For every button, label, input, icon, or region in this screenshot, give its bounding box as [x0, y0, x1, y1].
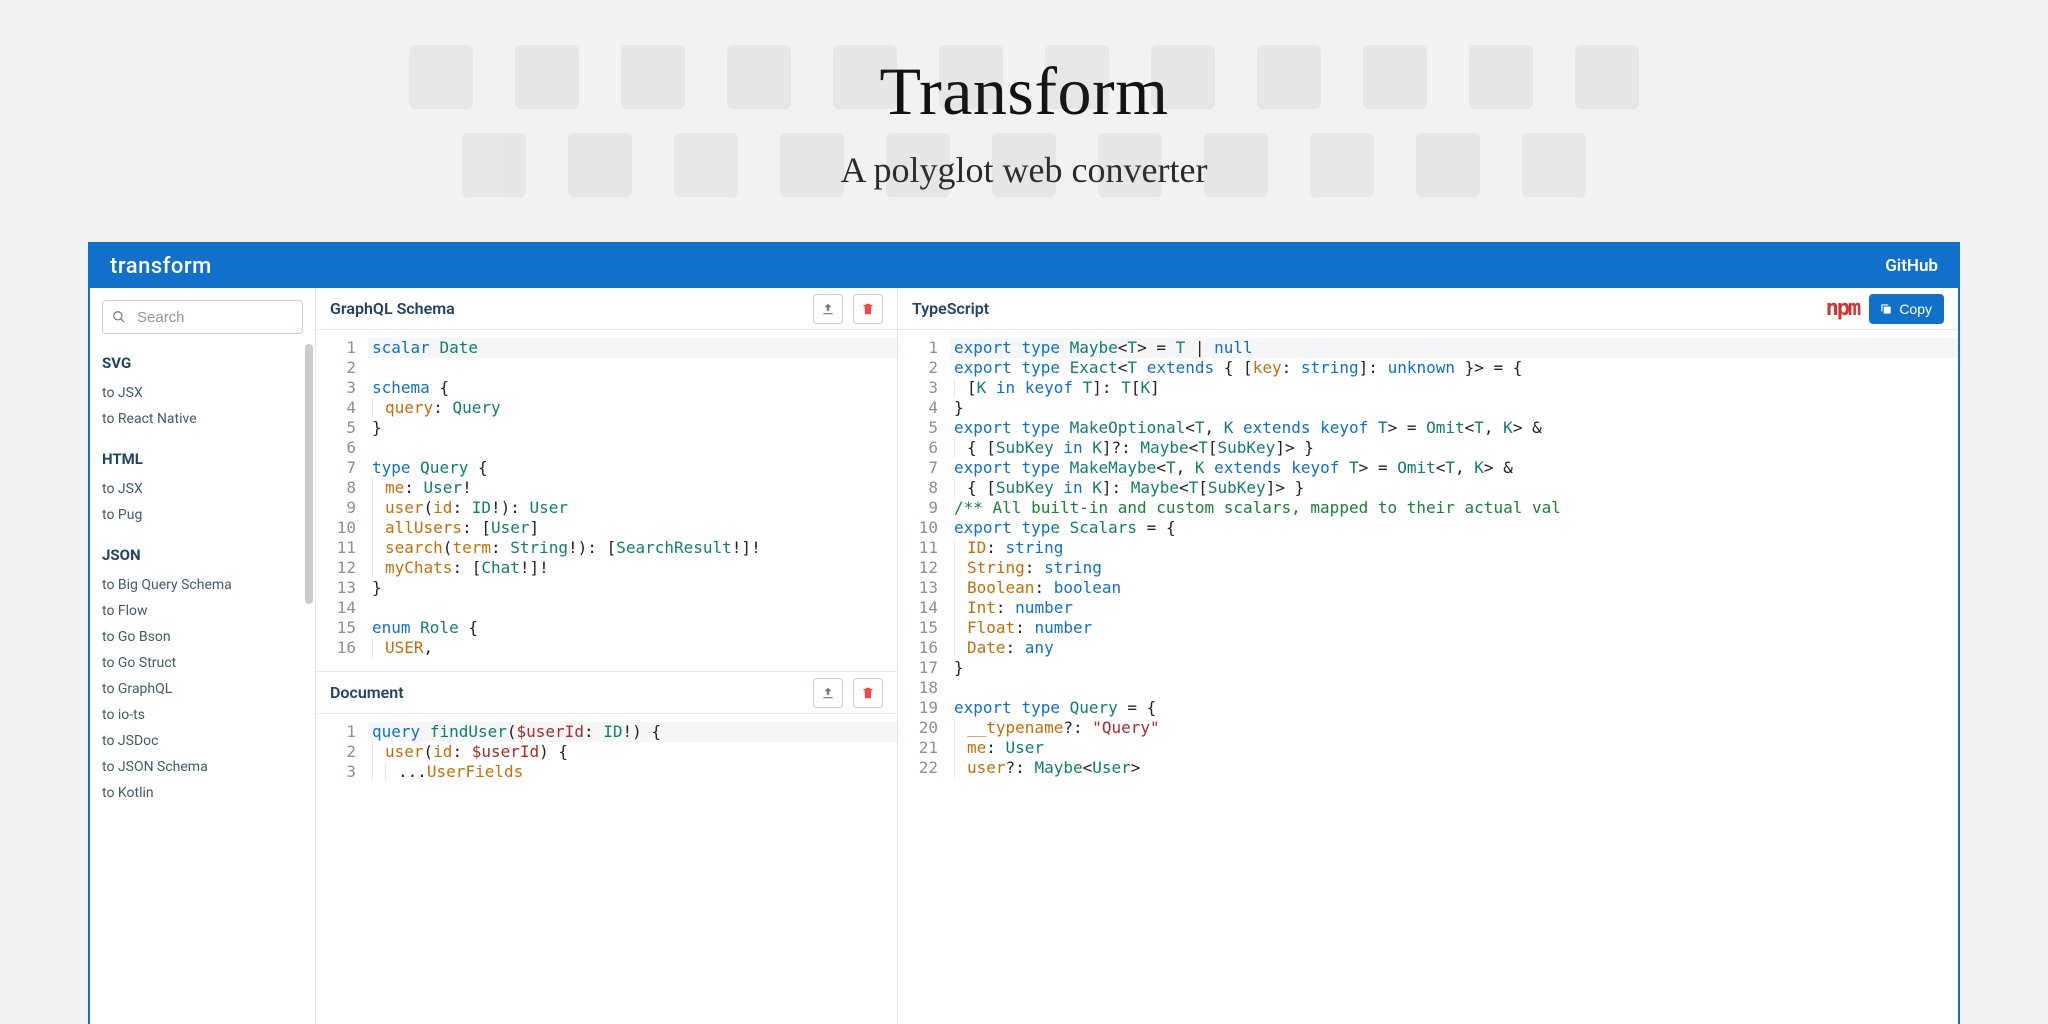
- upload-button[interactable]: [813, 678, 843, 708]
- sidebar-item[interactable]: to JSX: [102, 380, 303, 406]
- sidebar-item[interactable]: to io-ts: [102, 702, 303, 728]
- sidebar-item[interactable]: to JSX: [102, 476, 303, 502]
- sidebar-item[interactable]: to GraphQL: [102, 676, 303, 702]
- copy-icon: [1879, 302, 1893, 316]
- panel-header-document: Document: [316, 672, 897, 714]
- clear-button[interactable]: [853, 294, 883, 324]
- schema-editor[interactable]: 12345678910111213141516 scalar Dateschem…: [316, 330, 897, 672]
- hero-title: Transform: [879, 52, 1168, 131]
- sidebar-item[interactable]: to Go Bson: [102, 624, 303, 650]
- sidebar-heading: JSON: [102, 546, 303, 564]
- upload-button[interactable]: [813, 294, 843, 324]
- panel-title-output: TypeScript: [912, 299, 989, 318]
- search-input[interactable]: [102, 300, 303, 334]
- panel-title-schema: GraphQL Schema: [330, 299, 455, 318]
- search-icon: [112, 310, 126, 324]
- sidebar-item[interactable]: to Pug: [102, 502, 303, 528]
- brand-logo: transform: [110, 254, 212, 279]
- document-editor[interactable]: 123 query findUser($userId: ID!) {user(i…: [316, 714, 897, 1024]
- output-editor[interactable]: 12345678910111213141516171819202122 expo…: [898, 330, 1958, 1024]
- sidebar-item[interactable]: to JSDoc: [102, 728, 303, 754]
- app-window: transform GitHub SVGto JSXto React Nativ…: [88, 242, 1960, 1024]
- npm-badge[interactable]: npm: [1826, 296, 1860, 321]
- panel-title-document: Document: [330, 683, 404, 702]
- copy-button[interactable]: Copy: [1869, 294, 1944, 324]
- sidebar-item[interactable]: to JSON Schema: [102, 754, 303, 780]
- hero-subtitle: A polyglot web converter: [841, 149, 1208, 191]
- sidebar-item[interactable]: to Big Query Schema: [102, 572, 303, 598]
- copy-button-label: Copy: [1899, 301, 1932, 317]
- sidebar: SVGto JSXto React NativeHTMLto JSXto Pug…: [90, 288, 316, 1024]
- panel-header-output: TypeScript npm Copy: [898, 288, 1958, 330]
- clear-button[interactable]: [853, 678, 883, 708]
- sidebar-heading: SVG: [102, 354, 303, 372]
- sidebar-item[interactable]: to Go Struct: [102, 650, 303, 676]
- topbar: transform GitHub: [90, 244, 1958, 288]
- sidebar-item[interactable]: to React Native: [102, 406, 303, 432]
- panel-header-schema: GraphQL Schema: [316, 288, 897, 330]
- github-link[interactable]: GitHub: [1885, 256, 1938, 276]
- sidebar-item[interactable]: to Kotlin: [102, 780, 303, 806]
- hero-banner: Transform A polyglot web converter: [0, 0, 2048, 242]
- sidebar-heading: HTML: [102, 450, 303, 468]
- sidebar-scrollbar[interactable]: [305, 344, 313, 604]
- sidebar-item[interactable]: to Flow: [102, 598, 303, 624]
